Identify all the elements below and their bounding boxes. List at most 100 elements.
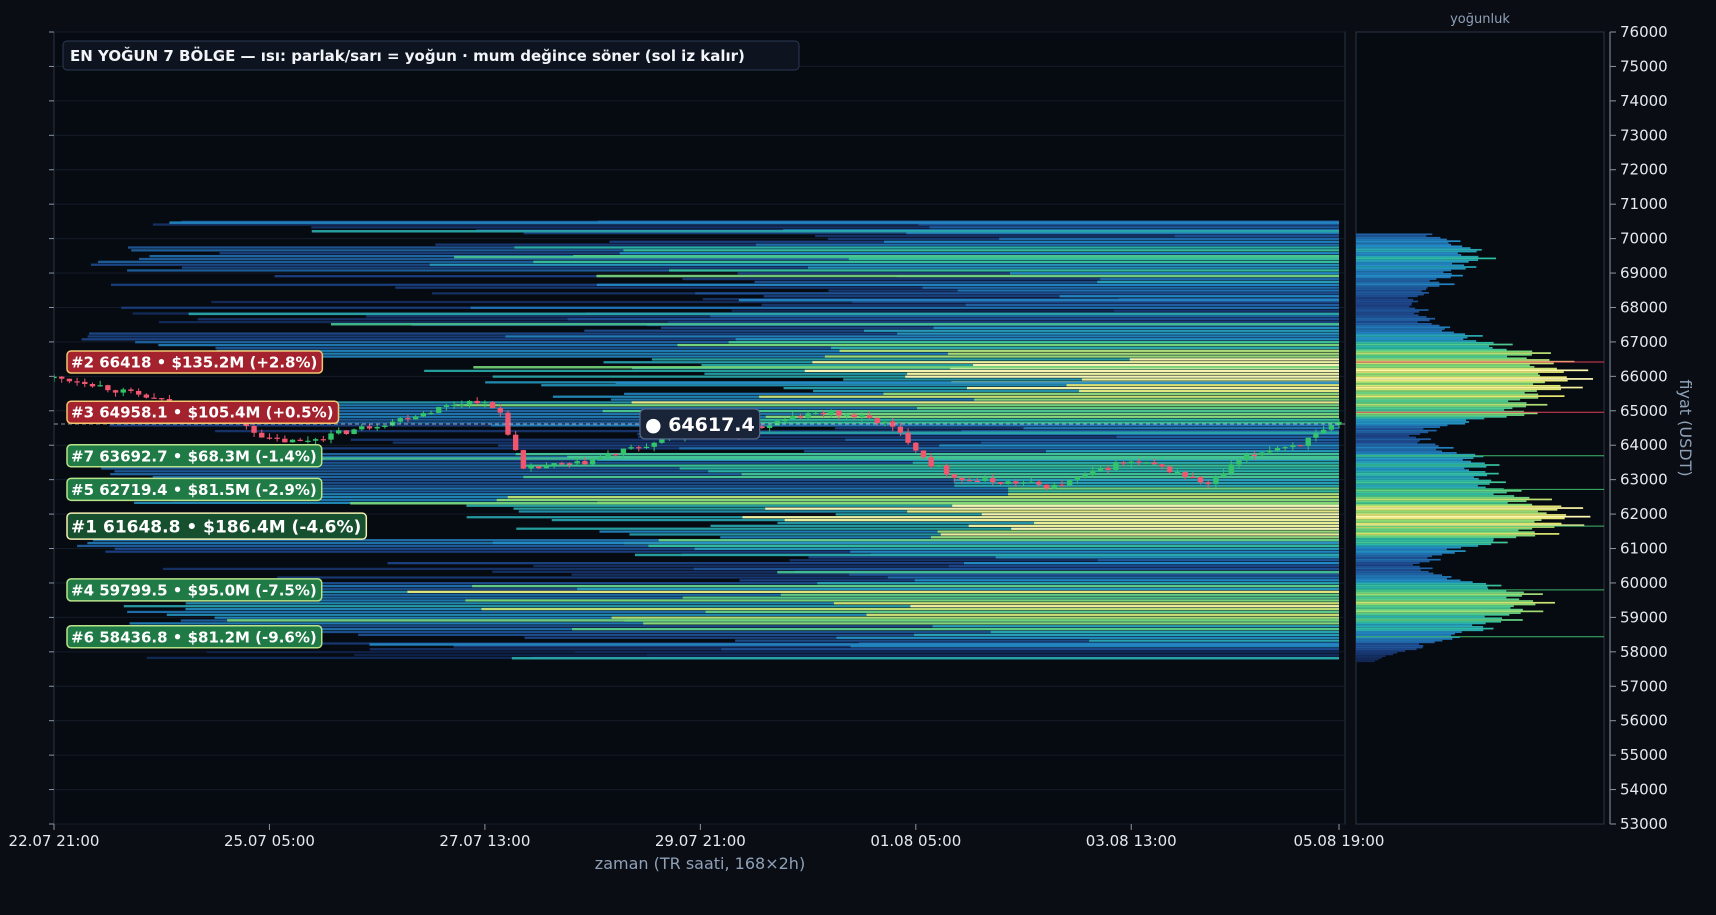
y-tick-label-64000: 64000 bbox=[1620, 436, 1668, 454]
heat-band-hot-58900-2 bbox=[643, 622, 1339, 625]
candle-body-200 bbox=[820, 412, 827, 415]
profile-bar-68850 bbox=[1356, 276, 1451, 279]
candle-body-284 bbox=[1143, 462, 1150, 464]
heat-band-hot-68900-2 bbox=[1100, 277, 1339, 281]
profile-bar-70000 bbox=[1356, 236, 1441, 239]
heat-band-hot-66900-0 bbox=[728, 341, 1339, 344]
candle-body-62 bbox=[289, 439, 296, 443]
profile-bar-61100 bbox=[1356, 543, 1492, 546]
candle-body-86 bbox=[382, 425, 388, 427]
x-tick-label-5: 03.08 13:00 bbox=[1086, 832, 1177, 850]
heat-band-hot-59150-1 bbox=[705, 610, 1339, 614]
candle-body-302 bbox=[1213, 476, 1219, 485]
candle-body-262 bbox=[1059, 484, 1065, 486]
profile-bar-67200 bbox=[1356, 333, 1466, 336]
profile-bar-67450 bbox=[1356, 324, 1440, 327]
candle-body-288 bbox=[1159, 464, 1165, 467]
heat-accent-65850 bbox=[615, 381, 1339, 385]
profile-bar-60750 bbox=[1356, 555, 1432, 558]
profile-bar-58050 bbox=[1356, 648, 1417, 651]
profile-bar-64300 bbox=[1356, 433, 1421, 435]
profile-bar-67700 bbox=[1356, 316, 1427, 318]
profile-bar-60200 bbox=[1356, 574, 1443, 577]
heat-accent-57850 bbox=[511, 656, 1339, 660]
profile-bar-67150 bbox=[1356, 335, 1483, 337]
profile-bar-64800 bbox=[1356, 415, 1507, 418]
profile-bar-58150 bbox=[1356, 644, 1424, 647]
zone-label-#2: #2 66418 • $135.2M (+2.8%) bbox=[71, 353, 317, 371]
heat-band-hot-62150-0 bbox=[952, 504, 1339, 507]
heat-band-hot-59650-1 bbox=[780, 593, 1339, 596]
profile-bar-60250 bbox=[1356, 572, 1434, 575]
heat-band-hot-64650-1 bbox=[696, 421, 1339, 424]
candle-body-260 bbox=[1051, 484, 1057, 489]
profile-bar-59400 bbox=[1356, 601, 1555, 604]
profile-bar-66150 bbox=[1356, 369, 1589, 372]
heat-band-hot-69650-1 bbox=[623, 249, 1339, 252]
x-tick-label-4: 01.08 05:00 bbox=[870, 832, 961, 850]
heat-band-hot-63400-2 bbox=[679, 467, 1339, 470]
profile-bar-61450 bbox=[1356, 531, 1535, 534]
candle-body-140 bbox=[589, 459, 596, 465]
profile-bar-67350 bbox=[1356, 328, 1445, 330]
profile-bar-59900 bbox=[1356, 584, 1502, 587]
profile-bar-69550 bbox=[1356, 252, 1458, 255]
heat-band-hot-65650-2 bbox=[1079, 389, 1339, 393]
profile-bar-61000 bbox=[1356, 546, 1462, 549]
candle-body-212 bbox=[866, 415, 873, 419]
profile-bar-66700 bbox=[1356, 350, 1533, 353]
candle-body-192 bbox=[789, 416, 796, 419]
profile-bar-59300 bbox=[1356, 605, 1514, 608]
profile-bar-65700 bbox=[1356, 384, 1561, 387]
heat-accent-64400 bbox=[758, 431, 1339, 434]
profile-bar-61350 bbox=[1356, 534, 1536, 537]
profile-bar-68100 bbox=[1356, 302, 1412, 305]
heat-band-hot-63150-1 bbox=[741, 473, 1339, 476]
profile-bar-62250 bbox=[1356, 503, 1533, 506]
y-tick-label-70000: 70000 bbox=[1620, 230, 1668, 248]
profile-bar-67600 bbox=[1356, 319, 1430, 322]
candle-body-304 bbox=[1220, 473, 1227, 477]
heat-band-hot-59900-2 bbox=[577, 587, 1339, 591]
y-tick-label-53000: 53000 bbox=[1620, 815, 1668, 833]
heat-band-hot-66650-1 bbox=[947, 352, 1339, 355]
candle-body-0 bbox=[54, 376, 57, 379]
heat-band-hot-66650-2 bbox=[824, 355, 1339, 358]
x-tick-label-6: 05.08 19:00 bbox=[1294, 832, 1385, 850]
profile-bar-67400 bbox=[1356, 326, 1451, 329]
heat-band-hot-68150-2 bbox=[965, 303, 1339, 307]
heat-band-hot-61150-0 bbox=[658, 539, 1339, 542]
y-tick-label-66000: 66000 bbox=[1620, 367, 1668, 385]
profile-bar-69050 bbox=[1356, 269, 1452, 272]
x-tick-label-3: 29.07 21:00 bbox=[655, 832, 746, 850]
candle-body-294 bbox=[1182, 472, 1188, 477]
profile-bar-68350 bbox=[1356, 293, 1424, 296]
profile-bar-62550 bbox=[1356, 493, 1494, 496]
profile-bar-61950 bbox=[1356, 514, 1567, 516]
profile-bar-68500 bbox=[1356, 288, 1426, 291]
heat-band-hot-62650-1 bbox=[1008, 490, 1339, 493]
profile-bar-65750 bbox=[1356, 383, 1534, 385]
y-tick-label-62000: 62000 bbox=[1620, 505, 1668, 523]
profile-bar-57700 bbox=[1356, 660, 1375, 663]
candle-body-134 bbox=[566, 463, 573, 465]
candle-body-154 bbox=[643, 446, 650, 449]
profile-bar-68300 bbox=[1356, 295, 1418, 298]
profile-bar-69900 bbox=[1356, 240, 1461, 243]
profile-bar-62100 bbox=[1356, 508, 1558, 511]
profile-bar-59250 bbox=[1356, 607, 1511, 609]
heat-band-hot-61650-1 bbox=[968, 524, 1339, 527]
profile-bar-60800 bbox=[1356, 553, 1443, 556]
profile-bar-65100 bbox=[1356, 405, 1527, 408]
profile-bar-69150 bbox=[1356, 266, 1477, 268]
profile-bar-61550 bbox=[1356, 527, 1533, 530]
candle-body-316 bbox=[1267, 450, 1273, 453]
heat-band-hot-60900-1 bbox=[850, 550, 1339, 553]
candle-body-214 bbox=[874, 418, 881, 424]
y-tick-label-56000: 56000 bbox=[1620, 712, 1668, 730]
profile-bar-68700 bbox=[1356, 281, 1440, 284]
profile-bar-60300 bbox=[1356, 570, 1429, 573]
profile-bar-64750 bbox=[1356, 417, 1485, 420]
heat-band-hot-58400-0 bbox=[913, 633, 1339, 637]
candle-body-28 bbox=[159, 398, 165, 400]
